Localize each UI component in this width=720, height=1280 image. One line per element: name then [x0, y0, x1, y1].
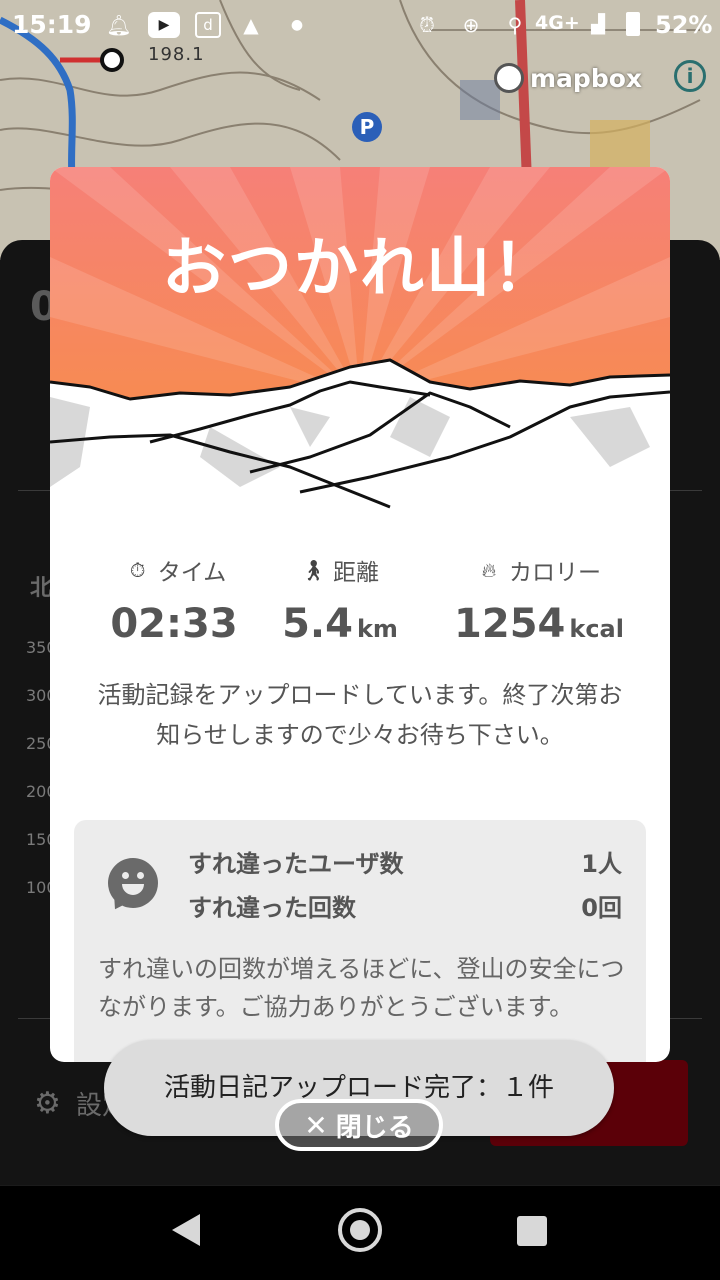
stat-value: 5.4 — [282, 601, 353, 647]
stat-value: 02:33 — [110, 601, 238, 647]
battery-percent: 52% — [655, 11, 713, 39]
parking-icon: P — [352, 112, 382, 142]
d-app-icon: d — [195, 12, 221, 38]
encounter-note: すれ違いの回数が増えるほどに、登山の安全につながります。ご協力ありがとうございま… — [98, 955, 625, 1021]
stat-label: 距離 — [333, 560, 379, 586]
stat-value: 1254 — [454, 601, 566, 647]
flame-icon: 🔥︎ — [481, 558, 497, 582]
upload-message: 活動記録をアップロードしています。終了次第お知らせしますので少々お待ち下さい。 — [97, 681, 623, 749]
recent-apps-icon[interactable] — [517, 1216, 547, 1246]
battery-icon — [626, 12, 640, 36]
mapbox-label: mapbox — [530, 63, 643, 93]
close-button[interactable]: ✕ 閉じる — [275, 1099, 443, 1151]
status-time: 15:19 — [12, 10, 92, 39]
stat-calories: 🔥︎ カロリー 1254 kcal — [424, 553, 654, 647]
stat-unit: kcal — [569, 615, 624, 643]
network-type: 4G+ — [535, 12, 580, 34]
encounter-times-row: すれ違った回数 0回 — [188, 888, 622, 923]
encounter-times-value: 0回 — [581, 894, 622, 922]
signal-icon: ▟ — [591, 14, 605, 35]
hiker-icon: 🚶︎ — [301, 558, 327, 582]
location-icon: ⚲ — [507, 13, 523, 37]
encounter-times-label: すれ違った回数 — [188, 894, 356, 922]
bell-icon: 🔔︎ — [106, 13, 132, 37]
stat-label: カロリー — [509, 560, 601, 586]
youtube-icon: ▶ — [148, 12, 180, 38]
stat-label: タイム — [157, 560, 227, 586]
mapbox-attribution[interactable]: mapbox — [494, 60, 642, 96]
smile-chat-icon — [108, 858, 158, 914]
stat-distance: 🚶︎ 距離 5.4 km — [240, 553, 440, 647]
encounter-panel: すれ違ったユーザ数 1人 すれ違った回数 0回 すれ違いの回数が増えるほどに、登… — [74, 820, 646, 1062]
mapbox-logo-icon — [494, 63, 524, 93]
dot-icon: ● — [290, 17, 304, 33]
stats-row: ⏱︎ タイム 02:33 🚶︎ 距離 5.4 km 🔥︎ カロリー 1254 kcal — [50, 553, 670, 647]
close-label: 閉じる — [335, 1112, 414, 1143]
home-icon[interactable] — [338, 1208, 382, 1252]
alarm-icon: ⏰︎ — [419, 13, 435, 37]
stopwatch-icon: ⏱︎ — [129, 558, 146, 582]
dialog-title: おつかれ山！ — [162, 232, 558, 306]
summary-dialog: おつかれ山！ ⏱︎ タイム 02:33 🚶︎ 距離 5.4 km 🔥︎ カロリー 125… — [50, 167, 670, 1062]
data-saver-icon: ⊕ — [462, 13, 480, 37]
north-label: 北 — [30, 576, 53, 601]
back-icon[interactable] — [172, 1214, 200, 1246]
gear-icon: ⚙ — [34, 1085, 61, 1121]
stat-unit: km — [356, 615, 398, 643]
encounter-users-value: 1人 — [581, 850, 622, 878]
encounter-users-row: すれ違ったユーザ数 1人 — [188, 844, 622, 879]
status-bar: 15:19 🔔︎ ▶ d ▲ ● ⏰︎ ⊕ ⚲ 4G+ ▟ 52% — [0, 0, 720, 52]
navigation-icon: ▲ — [243, 13, 259, 37]
close-icon: ✕ — [304, 1108, 328, 1142]
encounter-users-label: すれ違ったユーザ数 — [188, 850, 404, 878]
map-info-icon[interactable]: i — [674, 60, 706, 92]
